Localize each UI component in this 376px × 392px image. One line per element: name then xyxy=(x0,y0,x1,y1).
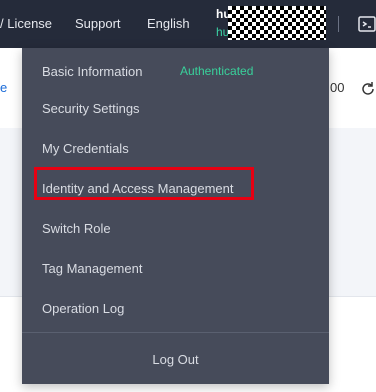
menu-item-tag-management[interactable]: Tag Management xyxy=(42,261,142,276)
nav-language[interactable]: English xyxy=(147,0,190,48)
nav-support[interactable]: Support xyxy=(75,0,121,48)
terminal-icon[interactable] xyxy=(358,15,376,33)
menu-item-operation-log[interactable]: Operation Log xyxy=(42,301,124,316)
account-dropdown-menu: Basic Information Authenticated Security… xyxy=(22,48,329,384)
menu-item-switch-role[interactable]: Switch Role xyxy=(42,221,111,236)
nav-license[interactable]: / License xyxy=(0,0,52,48)
nav-separator xyxy=(338,16,339,32)
menu-item-my-credentials[interactable]: My Credentials xyxy=(42,141,129,156)
page-value-fragment: 00 xyxy=(330,80,345,95)
menu-item-basic-information[interactable]: Basic Information xyxy=(42,64,142,79)
highlight-annotation xyxy=(34,167,254,200)
menu-divider xyxy=(22,332,329,333)
menu-item-security-settings[interactable]: Security Settings xyxy=(42,101,140,116)
top-navigation-bar: / License Support English hu hu xyxy=(0,0,376,48)
refresh-icon[interactable] xyxy=(360,81,376,97)
status-badge: Authenticated xyxy=(180,64,254,78)
logout-button[interactable]: Log Out xyxy=(22,352,329,367)
page-link-fragment[interactable]: e xyxy=(0,80,7,95)
redacted-username-mask xyxy=(228,6,326,40)
